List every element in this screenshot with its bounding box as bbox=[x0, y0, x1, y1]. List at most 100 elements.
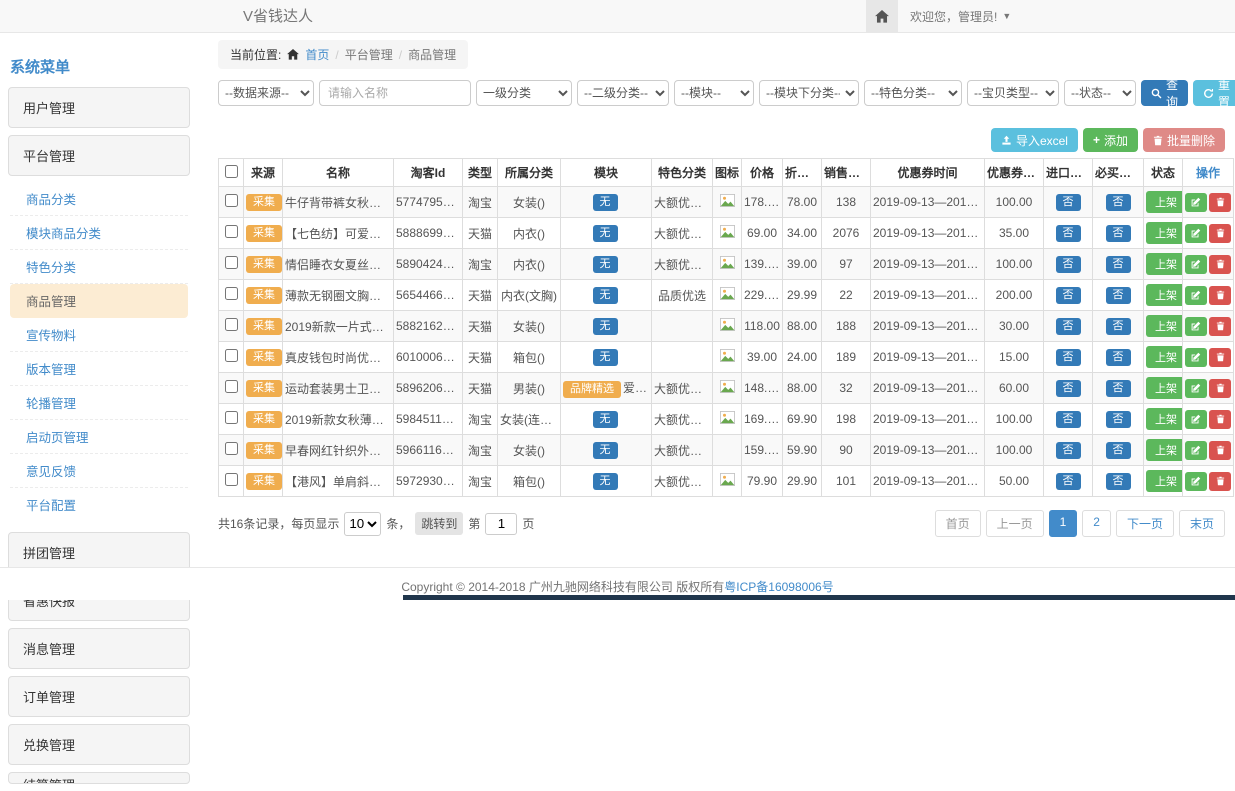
import-excel-button[interactable]: 导入excel bbox=[991, 128, 1078, 152]
user-menu[interactable]: 欢迎您，管理员! ▼ bbox=[898, 0, 1023, 32]
sidebar-item-模块商品分类[interactable]: 模块商品分类 bbox=[10, 216, 188, 250]
filter-select-2[interactable]: --二级分类-- bbox=[577, 80, 669, 106]
row-checkbox[interactable] bbox=[225, 256, 238, 269]
filter-select-0[interactable]: --数据来源-- bbox=[218, 80, 314, 106]
status-button[interactable]: 上架 bbox=[1146, 439, 1183, 461]
edit-button[interactable] bbox=[1185, 224, 1207, 243]
sidebar-item-宣传物料[interactable]: 宣传物料 bbox=[10, 318, 188, 352]
status-button[interactable]: 上架 bbox=[1146, 191, 1183, 213]
edit-button[interactable] bbox=[1185, 441, 1207, 460]
status-button[interactable]: 上架 bbox=[1146, 408, 1183, 430]
prev-page-button[interactable]: 上一页 bbox=[986, 510, 1044, 537]
must-buy-badge[interactable]: 否 bbox=[1106, 442, 1131, 459]
edit-button[interactable] bbox=[1185, 286, 1207, 305]
row-checkbox[interactable] bbox=[225, 380, 238, 393]
import-select-badge[interactable]: 否 bbox=[1056, 256, 1081, 273]
row-checkbox[interactable] bbox=[225, 194, 238, 207]
filter-select-7[interactable]: --状态-- bbox=[1064, 80, 1136, 106]
sidebar-item-平台配置[interactable]: 平台配置 bbox=[10, 488, 188, 521]
search-button[interactable]: 查询 bbox=[1141, 80, 1188, 106]
sidebar-item-轮播管理[interactable]: 轮播管理 bbox=[10, 386, 188, 420]
delete-button[interactable] bbox=[1209, 224, 1231, 243]
import-select-badge[interactable]: 否 bbox=[1056, 473, 1081, 490]
import-select-badge[interactable]: 否 bbox=[1056, 194, 1081, 211]
status-button[interactable]: 上架 bbox=[1146, 222, 1183, 244]
edit-button[interactable] bbox=[1185, 317, 1207, 336]
per-page-select[interactable]: 10 bbox=[344, 512, 381, 536]
delete-button[interactable] bbox=[1209, 410, 1231, 429]
sidebar-group-订单管理[interactable]: 订单管理 bbox=[8, 676, 190, 717]
import-select-badge[interactable]: 否 bbox=[1056, 349, 1081, 366]
status-button[interactable]: 上架 bbox=[1146, 470, 1183, 492]
import-select-badge[interactable]: 否 bbox=[1056, 380, 1081, 397]
must-buy-badge[interactable]: 否 bbox=[1106, 287, 1131, 304]
page-number-input[interactable] bbox=[485, 513, 517, 535]
must-buy-badge[interactable]: 否 bbox=[1106, 473, 1131, 490]
status-button[interactable]: 上架 bbox=[1146, 284, 1183, 306]
edit-button[interactable] bbox=[1185, 472, 1207, 491]
filter-select-4[interactable]: --模块下分类-- bbox=[759, 80, 859, 106]
sidebar-group-用户管理[interactable]: 用户管理 bbox=[8, 87, 190, 128]
delete-button[interactable] bbox=[1209, 441, 1231, 460]
sidebar-group-兑换管理[interactable]: 兑换管理 bbox=[8, 724, 190, 765]
import-select-badge[interactable]: 否 bbox=[1056, 318, 1081, 335]
sidebar-item-特色分类[interactable]: 特色分类 bbox=[10, 250, 188, 284]
sidebar-item-意见反馈[interactable]: 意见反馈 bbox=[10, 454, 188, 488]
first-page-button[interactable]: 首页 bbox=[935, 510, 981, 537]
status-button[interactable]: 上架 bbox=[1146, 346, 1183, 368]
filter-select-1[interactable]: 一级分类 bbox=[476, 80, 572, 106]
must-buy-badge[interactable]: 否 bbox=[1106, 225, 1131, 242]
row-checkbox[interactable] bbox=[225, 349, 238, 362]
delete-button[interactable] bbox=[1209, 286, 1231, 305]
select-all-checkbox[interactable] bbox=[225, 165, 238, 178]
filter-select-5[interactable]: --特色分类-- bbox=[864, 80, 962, 106]
edit-button[interactable] bbox=[1185, 410, 1207, 429]
batch-delete-button[interactable]: 批量删除 bbox=[1143, 128, 1225, 152]
row-checkbox[interactable] bbox=[225, 442, 238, 455]
must-buy-badge[interactable]: 否 bbox=[1106, 256, 1131, 273]
filter-select-3[interactable]: --模块-- bbox=[674, 80, 754, 106]
add-button[interactable]: + 添加 bbox=[1083, 128, 1138, 152]
sidebar-item-商品管理[interactable]: 商品管理 bbox=[10, 284, 188, 318]
status-button[interactable]: 上架 bbox=[1146, 377, 1183, 399]
sidebar-item-版本管理[interactable]: 版本管理 bbox=[10, 352, 188, 386]
home-button[interactable] bbox=[866, 0, 898, 32]
import-select-badge[interactable]: 否 bbox=[1056, 225, 1081, 242]
page-button-2[interactable]: 2 bbox=[1082, 510, 1111, 537]
sidebar-group-消息管理[interactable]: 消息管理 bbox=[8, 628, 190, 669]
row-checkbox[interactable] bbox=[225, 473, 238, 486]
edit-button[interactable] bbox=[1185, 193, 1207, 212]
edit-button[interactable] bbox=[1185, 255, 1207, 274]
status-button[interactable]: 上架 bbox=[1146, 315, 1183, 337]
import-select-badge[interactable]: 否 bbox=[1056, 411, 1081, 428]
next-page-button[interactable]: 下一页 bbox=[1116, 510, 1174, 537]
delete-button[interactable] bbox=[1209, 317, 1231, 336]
filter-select-6[interactable]: --宝贝类型-- bbox=[967, 80, 1059, 106]
delete-button[interactable] bbox=[1209, 472, 1231, 491]
delete-button[interactable] bbox=[1209, 193, 1231, 212]
import-select-badge[interactable]: 否 bbox=[1056, 287, 1081, 304]
must-buy-badge[interactable]: 否 bbox=[1106, 194, 1131, 211]
reset-button[interactable]: 重置 bbox=[1193, 80, 1235, 106]
row-checkbox[interactable] bbox=[225, 287, 238, 300]
import-select-badge[interactable]: 否 bbox=[1056, 442, 1081, 459]
status-button[interactable]: 上架 bbox=[1146, 253, 1183, 275]
name-search-input[interactable] bbox=[319, 80, 471, 106]
edit-button[interactable] bbox=[1185, 379, 1207, 398]
last-page-button[interactable]: 末页 bbox=[1179, 510, 1225, 537]
page-button-1[interactable]: 1 bbox=[1049, 510, 1078, 537]
must-buy-badge[interactable]: 否 bbox=[1106, 349, 1131, 366]
row-checkbox[interactable] bbox=[225, 411, 238, 424]
row-checkbox[interactable] bbox=[225, 225, 238, 238]
icp-link[interactable]: 粤ICP备16098006号 bbox=[724, 580, 833, 594]
row-checkbox[interactable] bbox=[225, 318, 238, 331]
sidebar-group-结算管理[interactable]: 结算管理 bbox=[8, 772, 190, 784]
sidebar-item-商品分类[interactable]: 商品分类 bbox=[10, 182, 188, 216]
sidebar-item-启动页管理[interactable]: 启动页管理 bbox=[10, 420, 188, 454]
jump-button[interactable]: 跳转到 bbox=[415, 512, 463, 535]
sidebar-group-平台管理[interactable]: 平台管理 bbox=[8, 135, 190, 176]
must-buy-badge[interactable]: 否 bbox=[1106, 380, 1131, 397]
delete-button[interactable] bbox=[1209, 348, 1231, 367]
delete-button[interactable] bbox=[1209, 255, 1231, 274]
must-buy-badge[interactable]: 否 bbox=[1106, 411, 1131, 428]
